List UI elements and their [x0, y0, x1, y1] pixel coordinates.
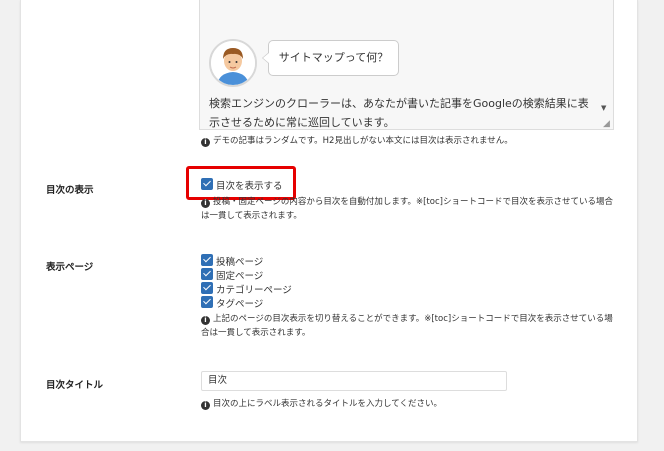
page-option-category[interactable]: カテゴリーページ — [201, 282, 292, 296]
demo-text-clip: 検索エンジンのクローラーは、あなたが書いた記事をGoogleの検索結果に表示させ… — [200, 0, 603, 129]
toc-title-input[interactable] — [201, 371, 507, 391]
demo-body-text: 検索エンジンのクローラーは、あなたが書いた記事をGoogleの検索結果に表示させ… — [209, 97, 589, 129]
toc-title-note: i 目次の上にラベル表示されるタイトルを入力してください。 — [201, 397, 621, 411]
toc-title-label: 目次タイトル — [46, 380, 104, 391]
toc-display-note: i 投稿・固定ページの内容から目次を自動付加します。※[toc]ショートコードで目… — [201, 195, 613, 223]
page-option-pages[interactable]: 固定ページ — [201, 268, 264, 282]
info-icon: i — [201, 316, 210, 325]
info-icon: i — [201, 138, 210, 147]
toc-display-note-text: 投稿・固定ページの内容から目次を自動付加します。※[toc]ショートコードで目次… — [201, 197, 613, 221]
page-option-tag[interactable]: タグページ — [201, 296, 264, 310]
info-icon: i — [201, 401, 210, 410]
page-option-label: 投稿ページ — [216, 257, 264, 268]
demo-note: i デモの記事はランダムです。H2見出しがない本文には目次は表示されません。 — [201, 134, 621, 148]
scroll-down-icon[interactable]: ▼ — [601, 104, 606, 112]
checkbox-checked-icon[interactable] — [201, 254, 213, 266]
page-option-posts[interactable]: 投稿ページ — [201, 254, 264, 268]
page-option-label: カテゴリーページ — [216, 285, 292, 296]
checkbox-checked-icon[interactable] — [201, 268, 213, 280]
page-option-label: 固定ページ — [216, 271, 264, 282]
display-pages-note-text: 上記のページの目次表示を切り替えることができます。※[toc]ショートコードで目… — [201, 314, 613, 338]
checkbox-checked-icon[interactable] — [201, 282, 213, 294]
display-pages-label: 表示ページ — [46, 262, 94, 273]
checkbox-checked-icon[interactable] — [201, 296, 213, 308]
demo-note-text: デモの記事はランダムです。H2見出しがない本文には目次は表示されません。 — [213, 136, 513, 146]
toc-title-note-text: 目次の上にラベル表示されるタイトルを入力してください。 — [213, 399, 442, 409]
page-option-label: タグページ — [216, 299, 264, 310]
info-icon: i — [201, 199, 210, 208]
display-pages-note: i 上記のページの目次表示を切り替えることができます。※[toc]ショートコードで… — [201, 312, 613, 340]
resize-handle-icon[interactable]: ◢ — [603, 119, 610, 129]
toc-display-label: 目次の表示 — [46, 185, 94, 196]
